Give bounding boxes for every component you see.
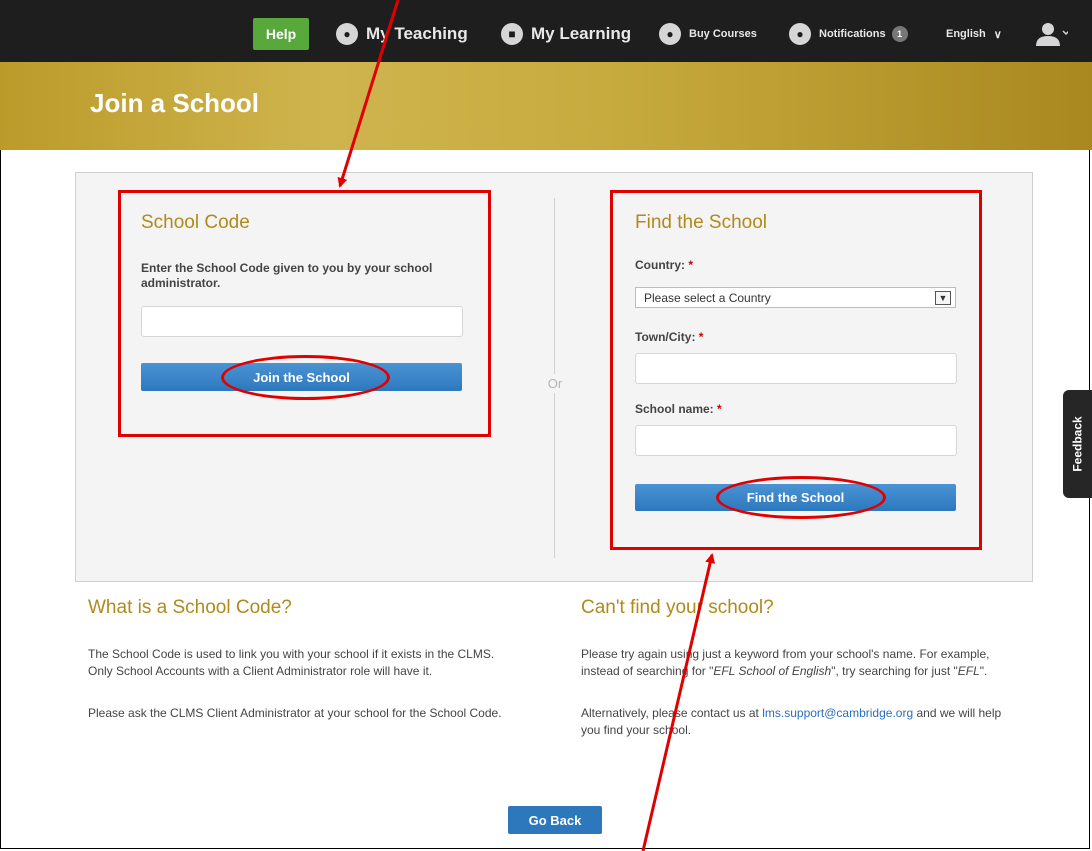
annotation-arrow-find-school xyxy=(641,553,716,851)
annotation-arrow-school-code xyxy=(337,0,400,188)
annotation-arrows xyxy=(337,0,716,851)
